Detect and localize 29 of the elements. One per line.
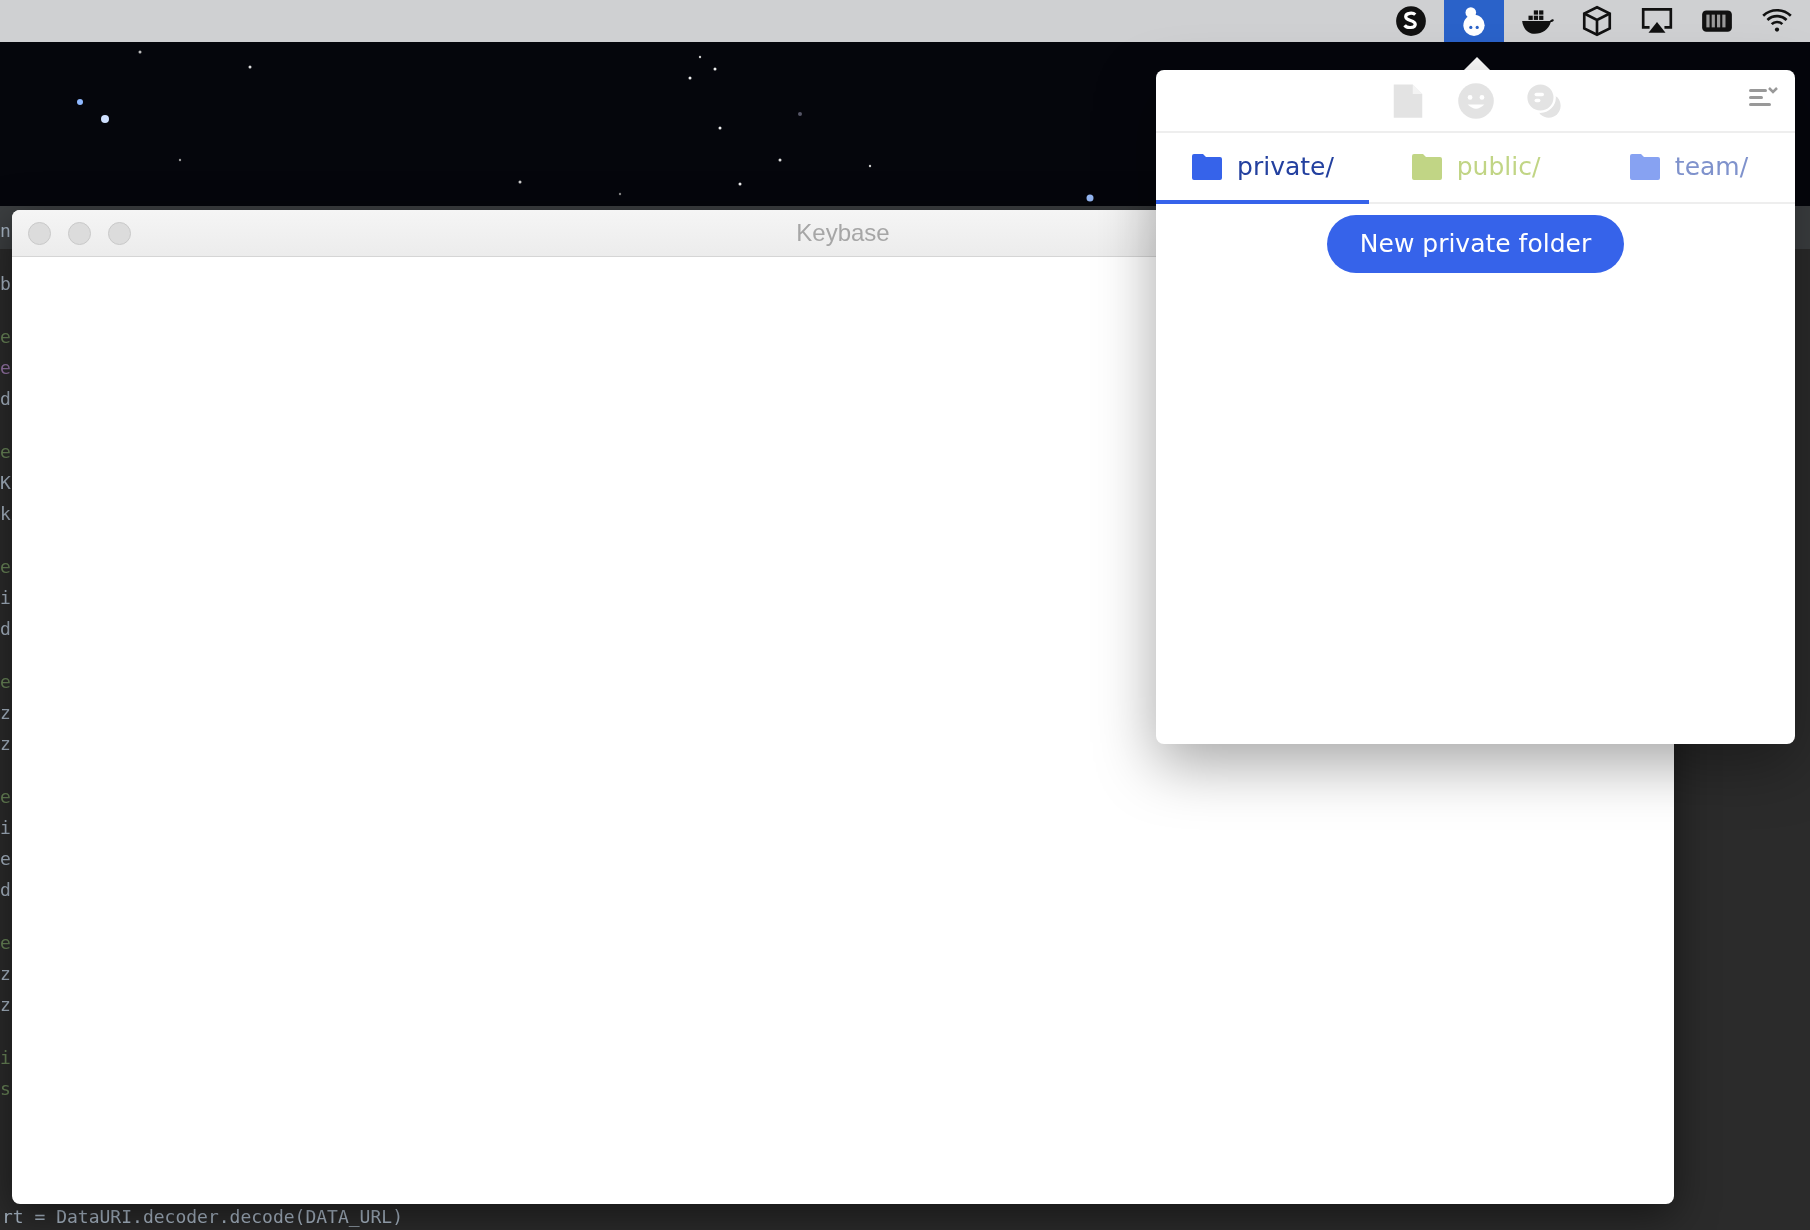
code-text: K	[0, 471, 12, 495]
code-text: e	[0, 325, 12, 349]
code-text: s	[0, 1077, 12, 1101]
code-text: i	[0, 586, 12, 610]
code-text: z	[0, 701, 12, 725]
code-text: z	[0, 732, 12, 756]
code-text: d	[0, 387, 12, 411]
code-text: d	[0, 878, 12, 902]
code-text: e	[0, 847, 12, 871]
code-text: d	[0, 617, 12, 641]
code-text: b	[0, 272, 12, 296]
folder-tab[interactable]: private/	[1156, 133, 1369, 204]
code-text: k	[0, 502, 12, 526]
code-text: i	[0, 816, 12, 840]
code-text: e	[0, 555, 12, 579]
code-text: z	[0, 962, 12, 986]
window-title: Keybase	[796, 218, 890, 248]
code-text: e	[0, 785, 12, 809]
new-folder-button[interactable]: New private folder	[1326, 215, 1625, 273]
mascot-icon[interactable]	[1444, 0, 1504, 42]
code-text: e	[0, 670, 12, 694]
code-text: i	[0, 1046, 12, 1070]
code-text: z	[0, 993, 12, 1017]
code-text: e	[0, 440, 12, 464]
code-text: e	[0, 356, 12, 380]
code-text: n	[0, 219, 12, 243]
code-text: e	[0, 931, 12, 955]
code-text: rt = DataURI.decoder.decode(DATA_URL)	[2, 1206, 403, 1228]
folder-tab[interactable]: team/	[1582, 133, 1795, 204]
